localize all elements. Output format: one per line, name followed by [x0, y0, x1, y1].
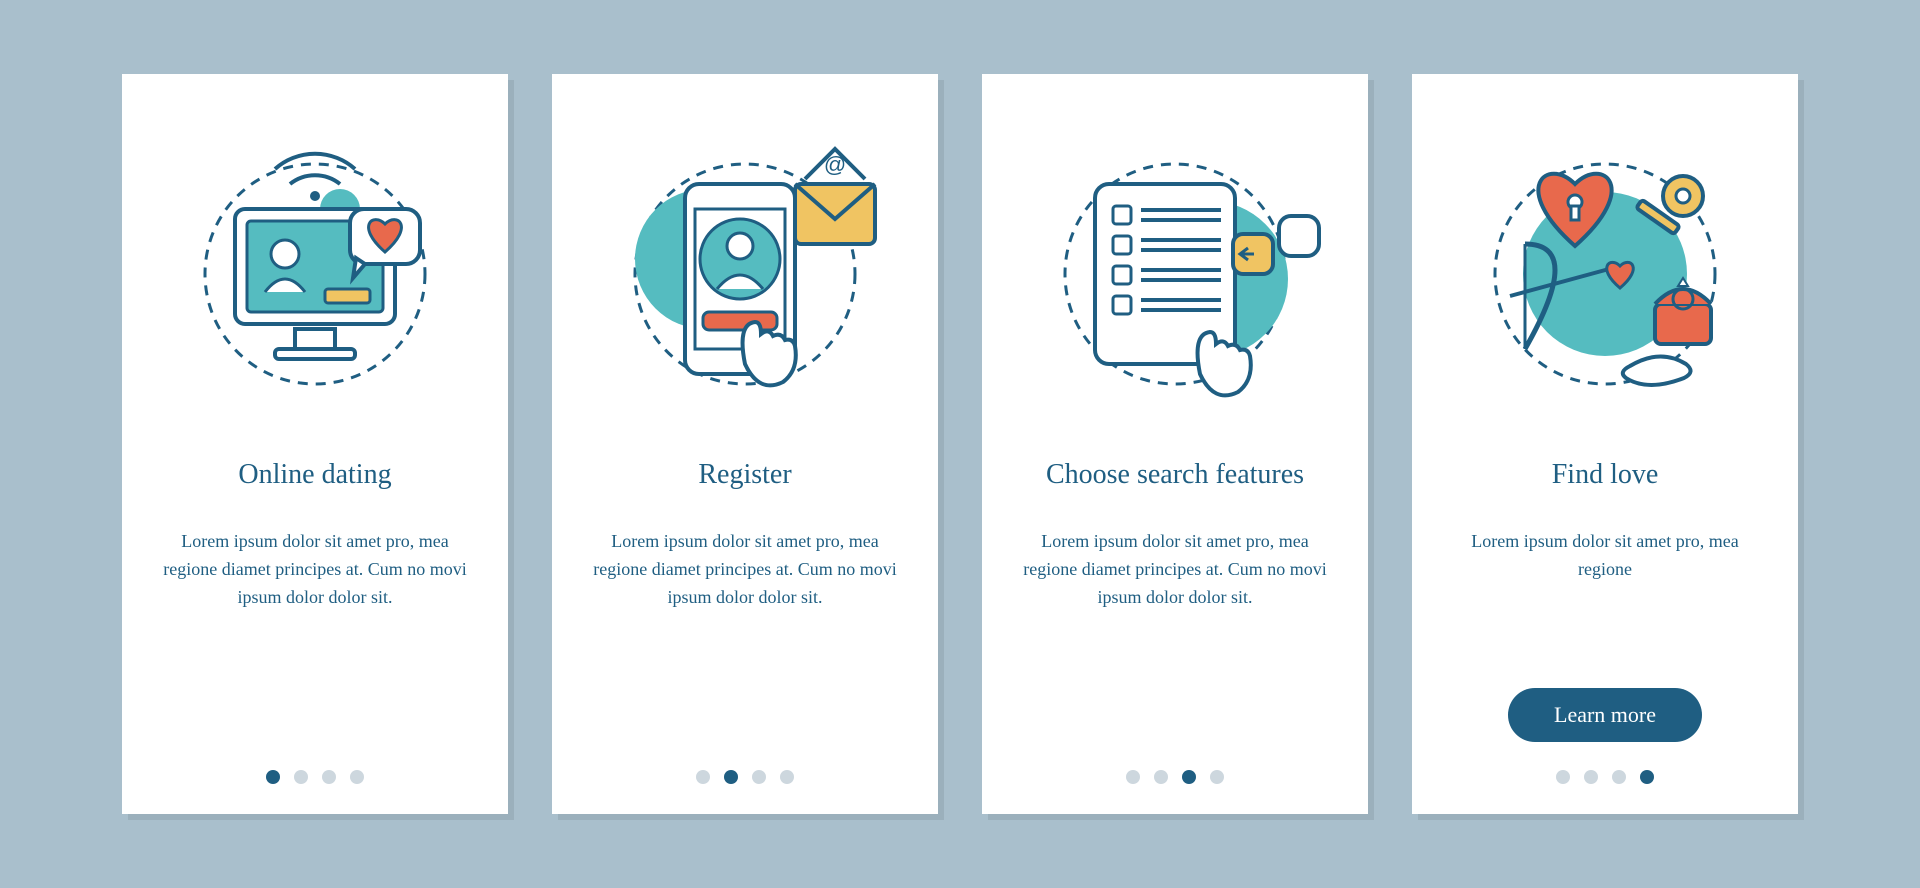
card-body: Lorem ipsum dolor sit amet pro, mea regi…	[588, 528, 902, 742]
pager-dot[interactable]	[1182, 770, 1196, 784]
register-icon: @	[595, 114, 895, 414]
pager-dot[interactable]	[1640, 770, 1654, 784]
onboarding-card: @ Register Lorem ipsum dolor sit amet pr…	[552, 74, 938, 814]
onboarding-card: Choose search features Lorem ipsum dolor…	[982, 74, 1368, 814]
card-body: Lorem ipsum dolor sit amet pro, mea regi…	[158, 528, 472, 742]
pager-dot[interactable]	[1210, 770, 1224, 784]
card-title: Online dating	[238, 438, 391, 510]
card-body: Lorem ipsum dolor sit amet pro, mea regi…	[1448, 528, 1762, 676]
pager-dot[interactable]	[350, 770, 364, 784]
online-dating-icon	[165, 114, 465, 414]
pager-dot[interactable]	[724, 770, 738, 784]
pager-dot[interactable]	[266, 770, 280, 784]
pager-dot[interactable]	[294, 770, 308, 784]
pager-dot[interactable]	[1556, 770, 1570, 784]
pager-dot[interactable]	[780, 770, 794, 784]
pager-dot[interactable]	[752, 770, 766, 784]
pager-dot[interactable]	[696, 770, 710, 784]
card-title: Register	[698, 438, 791, 510]
onboarding-card: Find love Lorem ipsum dolor sit amet pro…	[1412, 74, 1798, 814]
search-features-icon	[1025, 114, 1325, 414]
pager-dot[interactable]	[322, 770, 336, 784]
pager-dots	[1556, 770, 1654, 784]
onboarding-card: Online dating Lorem ipsum dolor sit amet…	[122, 74, 508, 814]
card-title: Choose search features	[1046, 438, 1304, 510]
find-love-icon	[1455, 114, 1755, 414]
pager-dots	[1126, 770, 1224, 784]
learn-more-button[interactable]: Learn more	[1508, 688, 1702, 742]
pager-dot[interactable]	[1584, 770, 1598, 784]
pager-dot[interactable]	[1154, 770, 1168, 784]
card-title: Find love	[1552, 438, 1659, 510]
pager-dots	[696, 770, 794, 784]
onboarding-row: Online dating Lorem ipsum dolor sit amet…	[122, 74, 1798, 814]
pager-dot[interactable]	[1612, 770, 1626, 784]
svg-text:@: @	[824, 152, 846, 177]
pager-dot[interactable]	[1126, 770, 1140, 784]
card-body: Lorem ipsum dolor sit amet pro, mea regi…	[1018, 528, 1332, 742]
pager-dots	[266, 770, 364, 784]
